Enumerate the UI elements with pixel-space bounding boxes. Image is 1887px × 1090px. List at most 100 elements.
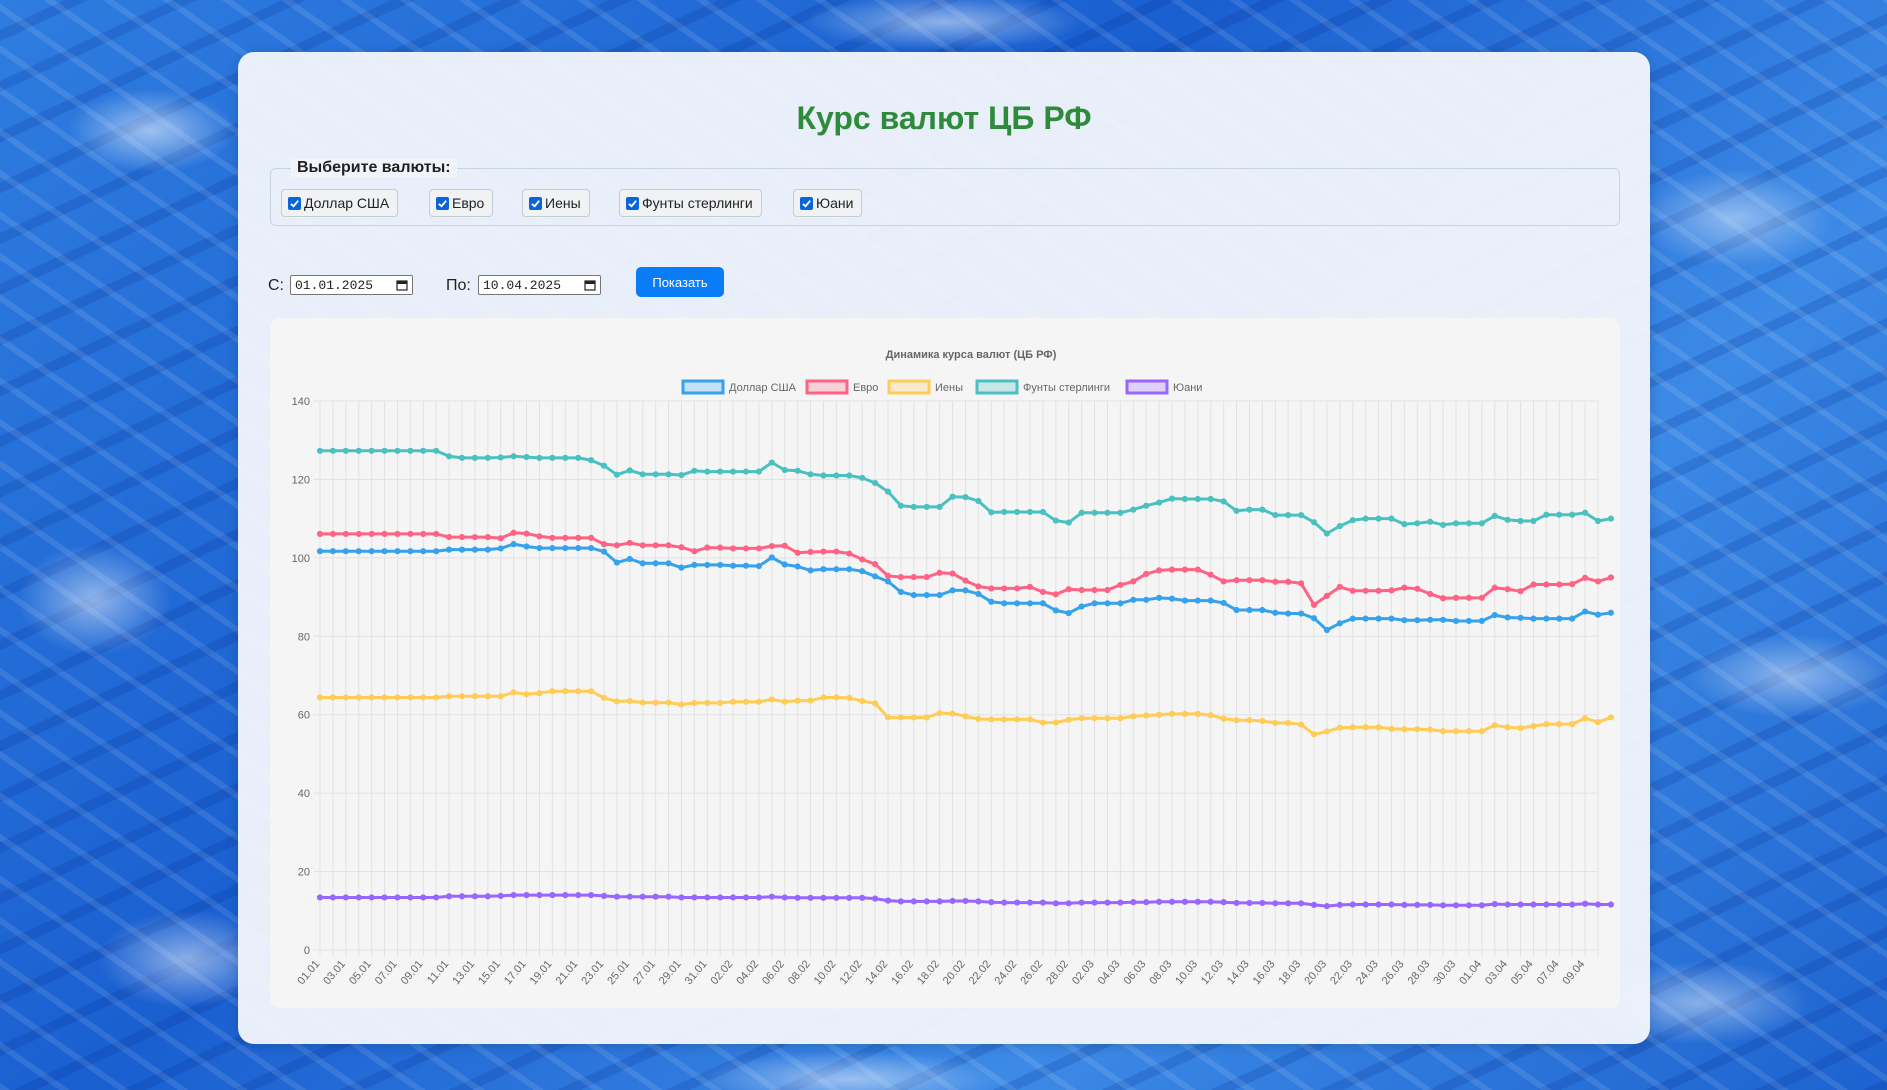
checkbox-gbp[interactable]: Фунты стерлинги (619, 189, 762, 217)
checkbox-jpy[interactable]: Иены (522, 189, 590, 217)
data-point (575, 534, 582, 541)
checkbox-cny[interactable]: Юани (793, 189, 863, 217)
data-point (458, 533, 466, 541)
calendar-icon[interactable] (584, 279, 596, 291)
data-point (639, 542, 646, 549)
data-point (613, 542, 621, 549)
data-point (1117, 899, 1124, 906)
data-point (936, 898, 943, 905)
data-point (381, 694, 388, 701)
data-point (1272, 900, 1279, 907)
data-point (755, 698, 763, 705)
x-tick-label: 18.02 (915, 958, 942, 987)
data-point (1117, 581, 1124, 589)
data-point (1297, 610, 1305, 617)
data-point (1543, 615, 1550, 622)
data-point (587, 688, 595, 695)
x-tick-label: 28.03 (1406, 958, 1433, 987)
data-point (433, 694, 440, 701)
data-point (562, 544, 569, 552)
x-tick-label: 24.02 (992, 958, 1019, 987)
data-point (1065, 900, 1072, 907)
data-point (897, 714, 905, 721)
data-point (1091, 899, 1098, 906)
data-point (1207, 597, 1214, 604)
data-point (639, 560, 646, 567)
data-point (988, 585, 995, 592)
data-point (742, 698, 750, 705)
data-point (316, 694, 324, 701)
date-from-input[interactable]: 01.01.2025 (290, 275, 413, 295)
checkbox-checked-icon[interactable] (800, 196, 813, 210)
data-point (794, 697, 801, 704)
data-point (1452, 520, 1460, 527)
data-point (1246, 717, 1253, 724)
data-point (355, 694, 362, 701)
data-point (975, 715, 982, 723)
data-point (820, 894, 827, 901)
data-point (781, 894, 788, 901)
data-point (794, 549, 801, 556)
data-point (1259, 577, 1266, 584)
data-point (613, 893, 621, 900)
legend-swatch (975, 379, 1019, 395)
legend-label: Юани (1173, 382, 1202, 394)
data-point (949, 710, 956, 717)
data-point (923, 714, 930, 721)
data-point (1246, 606, 1253, 614)
data-point (1388, 725, 1395, 732)
data-point (536, 454, 543, 461)
x-tick-label: 10.03 (1173, 958, 1200, 987)
data-point (665, 893, 672, 900)
checkbox-checked-icon[interactable] (626, 196, 639, 210)
data-point (1117, 509, 1124, 516)
checkbox-checked-icon[interactable] (436, 196, 449, 210)
x-tick-label: 01.04 (1457, 958, 1484, 987)
data-point (1104, 715, 1111, 722)
data-point (1336, 583, 1343, 590)
x-tick-label: 05.04 (1509, 958, 1536, 987)
data-point (587, 457, 595, 464)
data-point (936, 592, 943, 599)
data-point (704, 468, 711, 475)
x-tick-label: 13.01 (450, 958, 477, 987)
data-point (1439, 595, 1447, 602)
data-point (1272, 719, 1279, 727)
x-tick-label: 02.02 (708, 958, 735, 987)
data-point (1297, 512, 1305, 519)
checkbox-checked-icon[interactable] (529, 196, 542, 210)
data-point (484, 454, 491, 461)
data-point (1530, 581, 1537, 588)
data-point (1504, 901, 1511, 908)
data-point (1155, 711, 1163, 718)
data-point (936, 710, 943, 717)
data-point (1594, 578, 1602, 585)
date-to-input[interactable]: 10.04.2025 (478, 275, 601, 295)
checkbox-eur[interactable]: Евро (429, 189, 494, 217)
show-button[interactable]: Показать (636, 267, 724, 297)
data-point (988, 716, 995, 723)
data-point (510, 453, 517, 460)
checkbox-usd[interactable]: Доллар США (281, 189, 399, 217)
data-point (1246, 899, 1253, 907)
data-point (523, 543, 530, 550)
data-point (1401, 617, 1408, 624)
data-point (1452, 617, 1460, 625)
data-point (1194, 597, 1201, 604)
data-point (381, 548, 388, 555)
data-point (1581, 509, 1589, 516)
data-point (1181, 597, 1189, 604)
calendar-icon[interactable] (396, 279, 408, 291)
data-point (1194, 710, 1201, 718)
data-point (1194, 898, 1201, 905)
data-point (368, 530, 375, 538)
data-point (1349, 901, 1356, 908)
checkbox-checked-icon[interactable] (288, 196, 301, 210)
data-point (420, 548, 427, 555)
data-point (652, 893, 659, 900)
data-point (600, 694, 608, 701)
x-tick-label: 05.01 (347, 958, 374, 987)
data-point (729, 698, 737, 705)
data-point (549, 688, 556, 695)
data-point (1569, 721, 1576, 728)
